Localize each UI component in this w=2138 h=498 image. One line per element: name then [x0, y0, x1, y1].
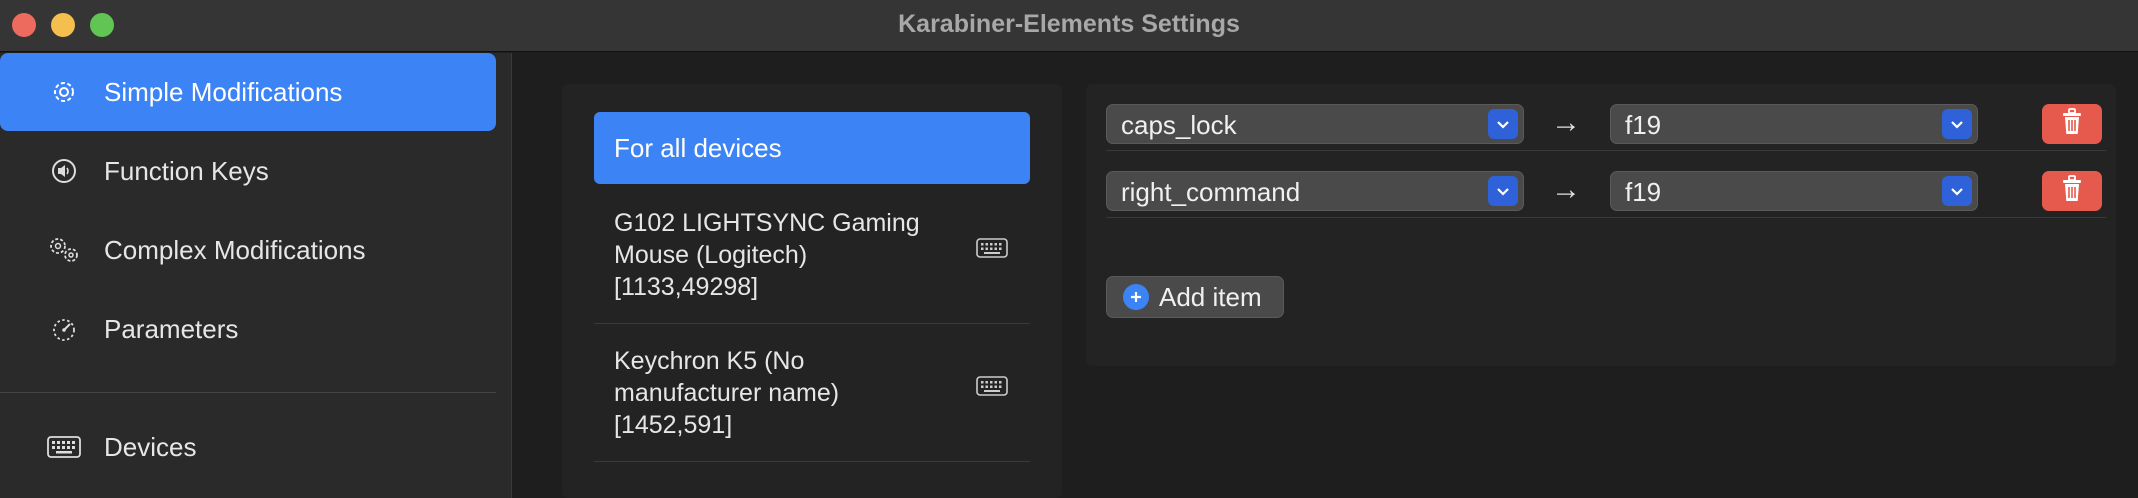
device-list-panel: For all devices G102 LIGHTSYNC Gaming Mo… — [562, 84, 1062, 498]
from-key-select[interactable]: right_command — [1106, 171, 1524, 211]
window-title: Karabiner-Elements Settings — [898, 10, 1240, 38]
arrow-right-icon: → — [1551, 173, 1581, 206]
sidebar-item-complex-modifications[interactable]: Complex Modifications — [0, 211, 496, 289]
trash-icon — [2060, 107, 2084, 141]
sidebar-divider — [0, 392, 496, 393]
chevron-down-icon[interactable] — [1488, 176, 1518, 206]
sidebar-item-parameters[interactable]: Parameters — [0, 290, 496, 368]
trash-icon — [2060, 174, 2084, 208]
keyboard-icon — [976, 376, 1008, 401]
sidebar-item-function-keys[interactable]: Function Keys — [0, 132, 496, 210]
sidebar-item-simple-modifications[interactable]: Simple Modifications — [0, 53, 496, 131]
from-key-value: caps_lock — [1121, 110, 1237, 140]
chevron-down-icon[interactable] — [1942, 176, 1972, 206]
chevron-down-icon[interactable] — [1942, 109, 1972, 139]
sidebar-item-label: Complex Modifications — [104, 234, 366, 265]
from-key-select[interactable]: caps_lock — [1106, 104, 1524, 144]
gauge-icon — [44, 309, 84, 349]
sidebar: Simple Modifications Function Keys Compl… — [0, 53, 512, 498]
sidebar-item-label: Devices — [104, 431, 197, 462]
device-item[interactable]: Keychron K5 (No manufacturer name) [1452… — [594, 324, 1030, 462]
gear-icon — [44, 72, 84, 112]
sidebar-item-label: Function Keys — [104, 155, 269, 186]
add-item-label: Add item — [1159, 281, 1262, 312]
to-key-value: f19 — [1625, 110, 1662, 140]
add-item-button[interactable]: Add item — [1106, 276, 1284, 318]
arrow-right-icon: → — [1551, 106, 1581, 139]
to-key-value: f19 — [1625, 177, 1662, 207]
delete-button[interactable] — [2042, 171, 2102, 211]
plus-circle-icon — [1123, 284, 1149, 310]
mapping-row: right_command → f19 — [1106, 151, 2106, 218]
mapping-panel: caps_lock → f19 right_command → f19 Add … — [1086, 84, 2116, 366]
device-label: Keychron K5 (No manufacturer name) [1452… — [614, 346, 840, 439]
device-label: G102 LIGHTSYNC Gaming Mouse (Logitech) [… — [614, 208, 920, 301]
keyboard-icon — [44, 427, 84, 467]
sidebar-item-label: Simple Modifications — [104, 76, 343, 107]
sidebar-item-label: Parameters — [104, 313, 239, 344]
delete-button[interactable] — [2042, 104, 2102, 144]
to-key-select[interactable]: f19 — [1610, 104, 1978, 144]
speaker-icon — [44, 151, 84, 191]
device-label: For all devices — [614, 132, 782, 163]
chevron-down-icon[interactable] — [1488, 109, 1518, 139]
gears-icon — [44, 230, 84, 270]
device-item-all-devices[interactable]: For all devices — [594, 112, 1030, 184]
from-key-value: right_command — [1121, 177, 1301, 207]
mapping-row: caps_lock → f19 — [1106, 84, 2106, 151]
sidebar-item-devices[interactable]: Devices — [0, 408, 496, 486]
device-item[interactable]: G102 LIGHTSYNC Gaming Mouse (Logitech) [… — [594, 186, 1030, 324]
keyboard-icon — [976, 238, 1008, 263]
title-bar: Karabiner-Elements Settings — [0, 0, 2138, 52]
to-key-select[interactable]: f19 — [1610, 171, 1978, 211]
